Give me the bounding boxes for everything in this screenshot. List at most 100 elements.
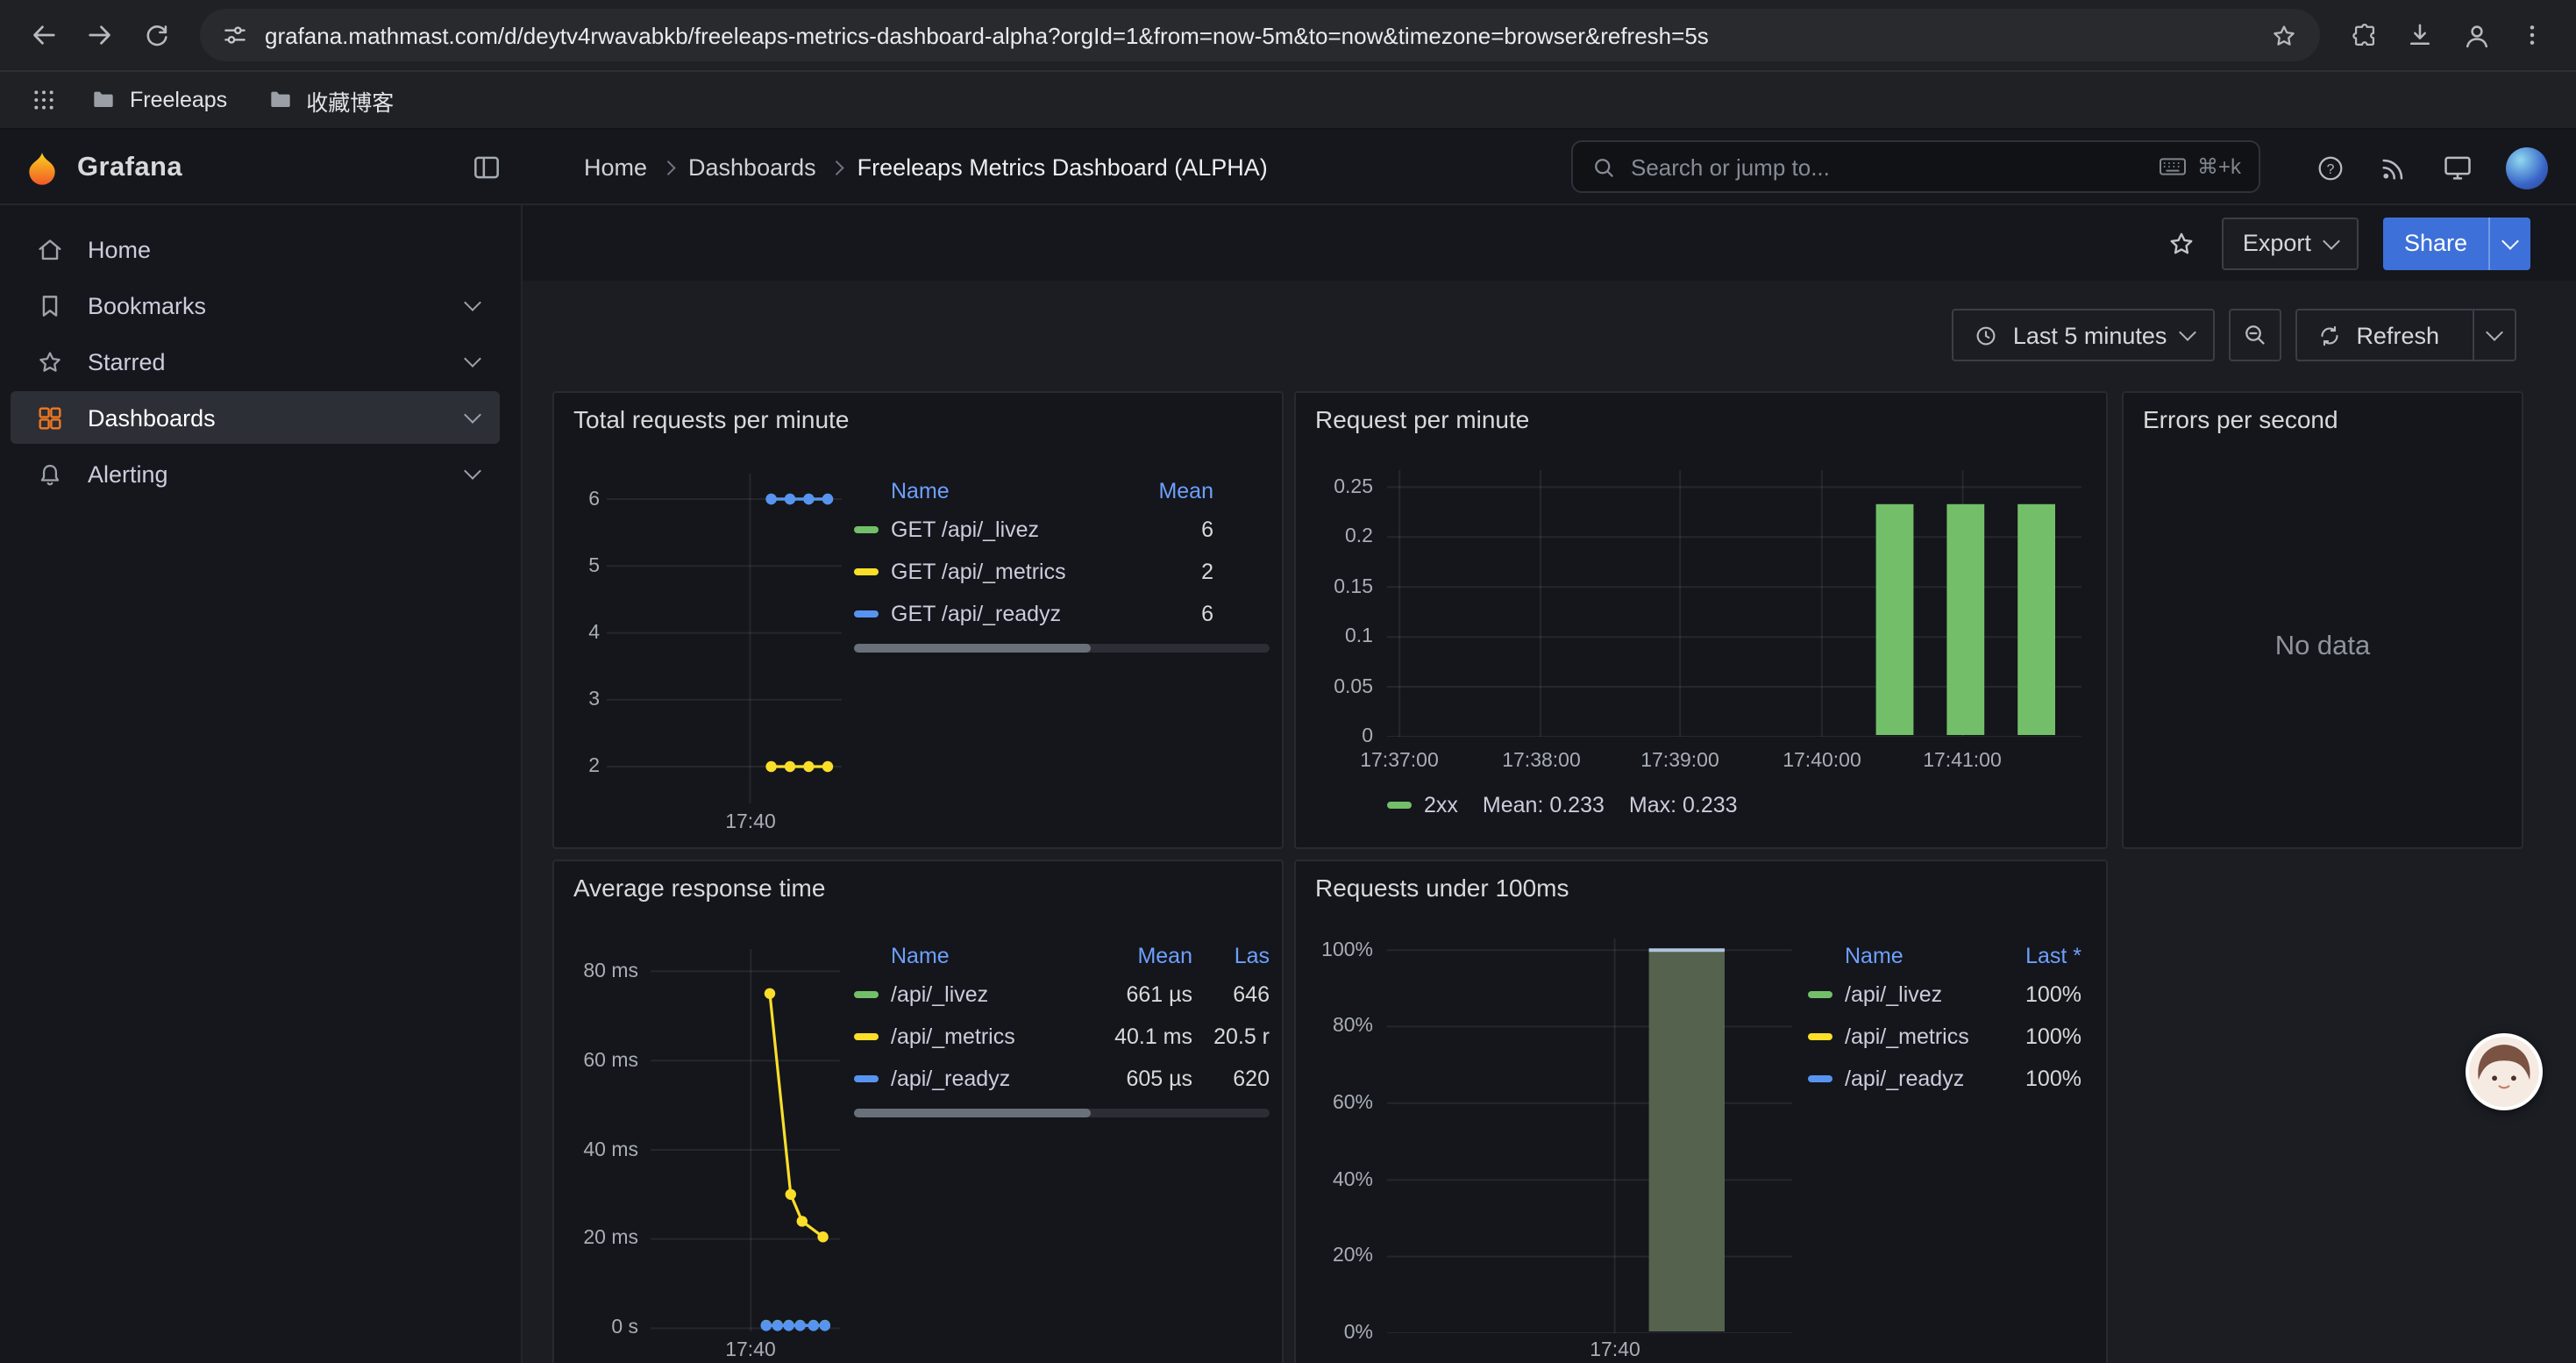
- panel-title[interactable]: Request per minute: [1315, 405, 1529, 433]
- panel-title[interactable]: Total requests per minute: [573, 405, 849, 433]
- browser-menu-button[interactable]: [2506, 9, 2558, 61]
- legend-header-row: Name Last *: [1808, 938, 2081, 974]
- tv-mode-button[interactable]: [2441, 151, 2474, 184]
- chevron-down-icon[interactable]: [464, 406, 481, 424]
- legend-header-last[interactable]: Las: [1192, 944, 1270, 968]
- search-bar[interactable]: ⌘+k: [1571, 140, 2260, 193]
- legend-header-name[interactable]: Name: [1808, 944, 1983, 968]
- favorite-star-button[interactable]: [2166, 227, 2197, 259]
- share-button[interactable]: Share: [2383, 217, 2530, 269]
- chevron-down-icon[interactable]: [464, 350, 481, 368]
- series-swatch: [854, 610, 879, 617]
- series-name[interactable]: /api/_readyz: [891, 1067, 1084, 1091]
- y-axis-tick: 20 ms: [558, 1226, 638, 1251]
- series-name[interactable]: GET /api/_livez: [891, 517, 1133, 542]
- bookmark-item-freeleaps[interactable]: Freeleaps: [74, 79, 243, 121]
- legend-header-name[interactable]: Name: [854, 479, 1133, 503]
- breadcrumb-dashboards[interactable]: Dashboards: [688, 154, 816, 181]
- help-button[interactable]: ?: [2315, 152, 2346, 183]
- panel-title[interactable]: Requests under 100ms: [1315, 874, 1569, 902]
- scrollbar-thumb[interactable]: [854, 1109, 1091, 1117]
- sidebar-item-starred[interactable]: Starred: [11, 335, 500, 388]
- series-swatch: [854, 991, 879, 998]
- series-swatch: [854, 568, 879, 575]
- chevron-down-icon[interactable]: [464, 462, 481, 480]
- extensions-button[interactable]: [2338, 9, 2390, 61]
- bookmark-label: Freeleaps: [130, 88, 227, 112]
- grafana-app: Grafana Home Dashboards Freeleaps Metric…: [0, 130, 2576, 1363]
- export-label: Export: [2243, 230, 2311, 256]
- requests-under-100ms-chart[interactable]: [1387, 938, 1792, 1333]
- news-button[interactable]: [2378, 152, 2409, 183]
- scrollbar-thumb[interactable]: [854, 644, 1091, 653]
- breadcrumb-home[interactable]: Home: [584, 154, 647, 181]
- legend-header-mean[interactable]: Mean: [1133, 479, 1213, 503]
- panel-title[interactable]: Average response time: [573, 874, 825, 902]
- zoom-out-button[interactable]: [2228, 309, 2281, 361]
- y-axis-tick: 0 s: [558, 1316, 638, 1340]
- sidebar-item-label: Starred: [88, 348, 166, 375]
- share-menu-button[interactable]: [2488, 217, 2530, 269]
- series-name[interactable]: /api/_readyz: [1845, 1067, 1983, 1091]
- profile-button[interactable]: [2450, 9, 2502, 61]
- user-avatar[interactable]: [2506, 146, 2548, 189]
- chevron-down-icon[interactable]: [464, 294, 481, 311]
- series-name[interactable]: 2xx: [1424, 793, 1458, 817]
- grafana-brand[interactable]: Grafana: [23, 130, 182, 205]
- export-button[interactable]: Export: [2222, 217, 2359, 269]
- total-requests-chart[interactable]: [607, 474, 842, 803]
- apps-button[interactable]: [21, 77, 67, 123]
- bookmark-star-icon[interactable]: [2269, 20, 2299, 50]
- series-name[interactable]: /api/_metrics: [1845, 1024, 1983, 1049]
- series-last: 620: [1192, 1067, 1270, 1091]
- series-name[interactable]: /api/_livez: [1845, 982, 1983, 1007]
- chevron-down-icon: [2501, 232, 2519, 249]
- legend-row: /api/_metrics 40.1 ms 20.5 r: [854, 1016, 1270, 1058]
- panel-title[interactable]: Errors per second: [2143, 405, 2338, 433]
- series-name[interactable]: GET /api/_metrics: [891, 560, 1133, 584]
- time-controls: Last 5 minutes Refresh: [1952, 309, 2516, 361]
- legend-row: /api/_livez 661 µs 646: [854, 974, 1270, 1016]
- legend-header-mean[interactable]: Mean: [1084, 944, 1192, 968]
- legend-header-name[interactable]: Name: [854, 944, 1084, 968]
- downloads-button[interactable]: [2394, 9, 2446, 61]
- refresh-label: Refresh: [2356, 322, 2439, 348]
- sidebar-item-home[interactable]: Home: [11, 223, 500, 275]
- brand-name: Grafana: [77, 152, 182, 183]
- legend-scrollbar[interactable]: [854, 644, 1270, 653]
- request-per-minute-chart[interactable]: [1387, 470, 2081, 737]
- back-button[interactable]: [18, 9, 70, 61]
- url-input[interactable]: [265, 22, 2253, 48]
- star-icon: [35, 346, 65, 376]
- sidebar-toggle-button[interactable]: [470, 151, 503, 184]
- time-range-picker[interactable]: Last 5 minutes: [1952, 309, 2215, 361]
- legend-table: Name Mean Las /api/_livez 661 µs 646 /ap…: [854, 938, 1270, 1117]
- search-input[interactable]: [1631, 153, 2145, 180]
- legend-table: Name Mean GET /api/_livez 6 GET /api/_me…: [854, 474, 1270, 653]
- chevron-down-icon: [2179, 324, 2196, 341]
- x-axis-tick: 17:40:00: [1769, 749, 1875, 774]
- sidebar-item-dashboards[interactable]: Dashboards: [11, 391, 500, 444]
- assistant-avatar[interactable]: [2466, 1033, 2543, 1110]
- panel-total-requests: Total requests per minute 6 5 4 3 2 17:4…: [552, 391, 1284, 849]
- sidebar-item-alerting[interactable]: Alerting: [11, 447, 500, 500]
- forward-button[interactable]: [74, 9, 126, 61]
- reload-button[interactable]: [130, 9, 182, 61]
- bookmark-item-blogs[interactable]: 收藏博客: [250, 76, 409, 124]
- url-bar[interactable]: [200, 9, 2320, 61]
- refresh-button[interactable]: Refresh: [2295, 309, 2516, 361]
- legend-header-last[interactable]: Last *: [1983, 944, 2081, 968]
- legend-scrollbar[interactable]: [854, 1109, 1270, 1117]
- series-name[interactable]: /api/_metrics: [891, 1024, 1084, 1049]
- site-info-icon[interactable]: [221, 21, 249, 49]
- y-axis-tick: 60 ms: [558, 1049, 638, 1074]
- series-name[interactable]: /api/_livez: [891, 982, 1084, 1007]
- legend-header-row: Name Mean: [854, 474, 1270, 509]
- zoom-out-icon: [2240, 321, 2268, 349]
- refresh-interval-menu[interactable]: [2473, 310, 2515, 360]
- no-data-message: No data: [2124, 632, 2522, 663]
- avg-response-time-chart[interactable]: [651, 949, 840, 1331]
- sidebar-item-bookmarks[interactable]: Bookmarks: [11, 279, 500, 332]
- series-name[interactable]: GET /api/_readyz: [891, 602, 1133, 626]
- breadcrumb: Home Dashboards Freeleaps Metrics Dashbo…: [584, 130, 1268, 205]
